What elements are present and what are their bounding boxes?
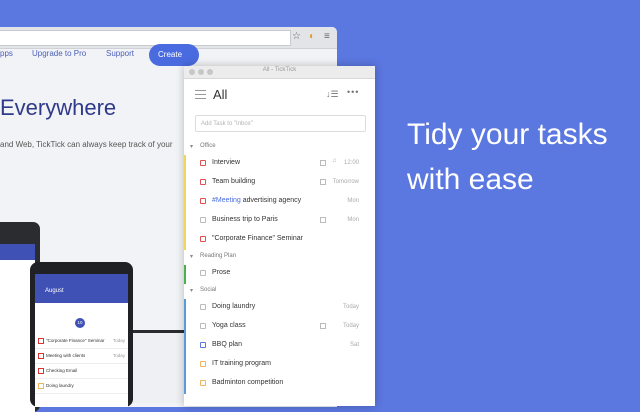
list-item[interactable]: "Corporate Finance" Seminar Today bbox=[35, 334, 128, 349]
task-checkbox[interactable] bbox=[200, 323, 206, 329]
task-title-text: Yoga class bbox=[212, 322, 246, 329]
task-row[interactable]: IT training program bbox=[184, 356, 375, 375]
task-checkbox[interactable] bbox=[200, 361, 206, 367]
tagline: Tidy your tasks with ease bbox=[407, 112, 608, 202]
task-row[interactable]: "Corporate Finance" Seminar bbox=[184, 231, 375, 250]
task-title: Doing laundry bbox=[212, 303, 255, 310]
task-title-text: Interview bbox=[212, 159, 241, 166]
chevron-down-icon[interactable]: ▾ bbox=[190, 287, 193, 294]
list-item[interactable]: Meeting with clients Today bbox=[35, 349, 128, 364]
note-icon bbox=[320, 323, 326, 329]
reminder-bell-icon: ♫ bbox=[332, 158, 337, 164]
sort-icon[interactable]: ↓☰ bbox=[326, 89, 339, 100]
task-row[interactable]: Badminton competition bbox=[184, 375, 375, 394]
phone-device: August 10 "Corporate Finance" Seminar Tod… bbox=[30, 262, 133, 407]
window-title: All - TickTick bbox=[262, 67, 297, 73]
task-tag[interactable]: #Meeting bbox=[212, 197, 241, 204]
task-row[interactable]: Business trip to Paris Mon bbox=[184, 212, 375, 231]
group-label: Reading Plan bbox=[200, 253, 237, 259]
hero-title: Everywhere bbox=[0, 95, 117, 120]
today-badge: 10 bbox=[75, 318, 85, 328]
task-row[interactable]: Yoga class Today bbox=[184, 318, 375, 337]
task-checkbox[interactable] bbox=[200, 342, 206, 348]
task-title: Team building bbox=[212, 178, 255, 185]
chevron-down-icon[interactable]: ▾ bbox=[190, 143, 193, 150]
task-title: Prose bbox=[212, 269, 230, 276]
group-color-stripe bbox=[184, 299, 186, 394]
task-row[interactable]: Prose bbox=[184, 265, 375, 284]
group-label: Social bbox=[200, 287, 217, 293]
task-due-date: Today bbox=[342, 304, 359, 310]
group-color-stripe bbox=[184, 265, 186, 284]
task-title: "Corporate Finance" Seminar bbox=[212, 235, 303, 242]
note-icon bbox=[320, 179, 326, 185]
add-task-input[interactable]: Add Task to "Inbox" bbox=[195, 115, 366, 132]
task-row[interactable]: Interview ♫ 12:00 bbox=[184, 155, 375, 174]
task-checkbox[interactable] bbox=[200, 380, 206, 386]
task-checkbox[interactable] bbox=[200, 270, 206, 276]
tagline-line-1: Tidy your tasks bbox=[407, 118, 608, 151]
window-titlebar: All - TickTick bbox=[184, 66, 375, 79]
tagline-line-2: with ease bbox=[407, 163, 534, 196]
task-title: Business trip to Paris bbox=[212, 216, 278, 223]
phone-header bbox=[0, 244, 35, 260]
nav-link-apps[interactable]: pps bbox=[0, 49, 13, 58]
task-checkbox[interactable] bbox=[200, 179, 206, 185]
task-title-text: Business trip to Paris bbox=[212, 216, 278, 223]
task-title-text: Team building bbox=[212, 178, 256, 185]
task-checkbox[interactable] bbox=[200, 217, 206, 223]
task-checkbox[interactable] bbox=[200, 198, 206, 204]
note-icon bbox=[320, 217, 326, 223]
task-checkbox[interactable] bbox=[200, 160, 206, 166]
ticktick-window: All - TickTick All ↓☰ ••• Add Task to "I… bbox=[184, 66, 375, 406]
create-button[interactable]: Create bbox=[149, 44, 199, 66]
task-title-text: "Corporate Finance" Seminar bbox=[212, 235, 303, 242]
task-row[interactable]: #Meeting advertising agency Mon bbox=[184, 193, 375, 212]
list-item[interactable]: Checking Email bbox=[35, 364, 128, 379]
task-title-text: IT training program bbox=[212, 360, 272, 367]
task-title-text: BBQ plan bbox=[212, 341, 242, 348]
phone-screen: August 10 "Corporate Finance" Seminar Tod… bbox=[35, 274, 128, 407]
list-title: All bbox=[213, 87, 228, 102]
chevron-down-icon[interactable]: ▾ bbox=[190, 253, 193, 260]
task-title: IT training program bbox=[212, 360, 271, 367]
task-title-text: Badminton competition bbox=[212, 379, 284, 386]
task-title: BBQ plan bbox=[212, 341, 242, 348]
more-options-icon[interactable]: ••• bbox=[347, 87, 359, 97]
group-label: Office bbox=[200, 143, 216, 149]
task-title: Badminton competition bbox=[212, 379, 283, 386]
task-checkbox[interactable] bbox=[200, 236, 206, 242]
task-due-date: Mon bbox=[347, 217, 359, 223]
browser-menu-icon[interactable]: ≡ bbox=[324, 31, 330, 42]
task-title: Yoga class bbox=[212, 322, 246, 329]
nav-link-support[interactable]: Support bbox=[106, 49, 134, 58]
phone-header: August bbox=[35, 274, 128, 303]
phone-month: August bbox=[45, 288, 64, 294]
task-row[interactable]: BBQ plan Sat bbox=[184, 337, 375, 356]
task-due-date: Mon bbox=[347, 198, 359, 204]
task-row[interactable]: Team building Tomorrow bbox=[184, 174, 375, 193]
task-title: Interview bbox=[212, 159, 240, 166]
task-title-text: advertising agency bbox=[240, 197, 302, 204]
list-item[interactable]: Doing laundry bbox=[35, 379, 128, 394]
hero-text: and Web, TickTick can always keep track … bbox=[0, 140, 173, 149]
task-checkbox[interactable] bbox=[200, 304, 206, 310]
nav-link-upgrade[interactable]: Upgrade to Pro bbox=[32, 49, 86, 58]
task-due-date: Sat bbox=[349, 342, 359, 348]
bookmark-star-icon[interactable]: ☆ bbox=[292, 31, 301, 42]
note-icon bbox=[320, 160, 326, 166]
task-due-date: Today bbox=[342, 323, 359, 329]
task-due-date: Tomorrow bbox=[332, 179, 359, 185]
group-color-stripe bbox=[184, 155, 186, 250]
phone-task-list: "Corporate Finance" Seminar Today Meeting… bbox=[35, 334, 128, 394]
website-nav: pps Upgrade to Pro Support Create bbox=[0, 44, 337, 66]
task-row[interactable]: Doing laundry Today bbox=[184, 299, 375, 318]
menu-icon[interactable] bbox=[195, 90, 206, 99]
task-title: #Meeting advertising agency bbox=[212, 197, 301, 204]
task-title-text: Prose bbox=[212, 269, 231, 276]
extension-icon[interactable]: ◐ bbox=[309, 31, 315, 42]
task-due-date: 12:00 bbox=[343, 160, 359, 166]
task-title-text: Doing laundry bbox=[212, 303, 256, 310]
